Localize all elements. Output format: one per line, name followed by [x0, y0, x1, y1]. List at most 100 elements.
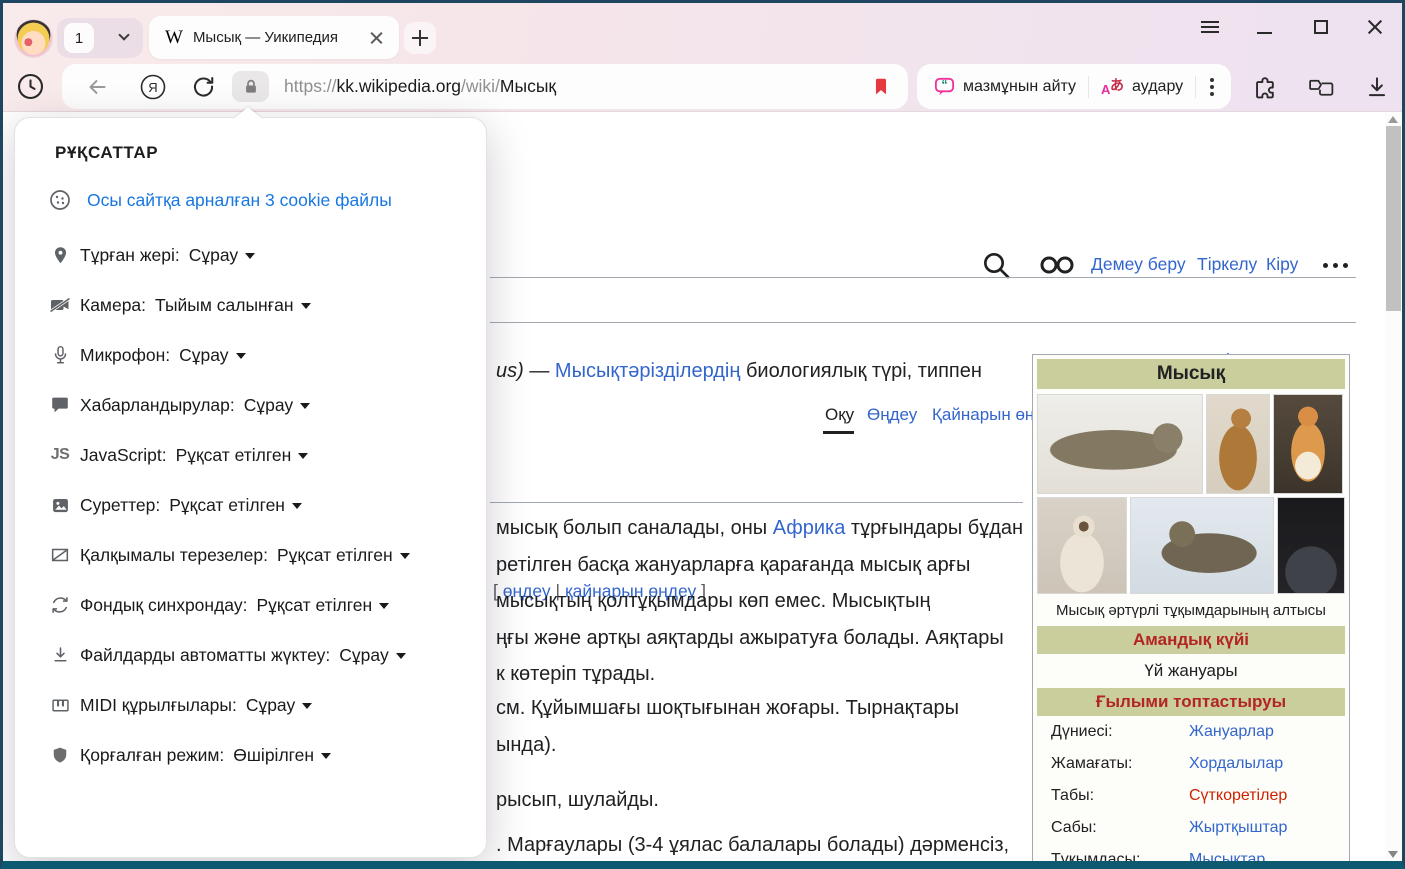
scrollbar-thumb[interactable] [1386, 126, 1401, 311]
minimize-button[interactable] [1251, 14, 1277, 40]
chevron-down-icon [118, 29, 129, 40]
more-options-icon[interactable] [1323, 263, 1353, 269]
tab-read[interactable]: Оқу [825, 405, 854, 425]
yandex-search-button[interactable]: Я [138, 64, 168, 109]
camera-off-icon [47, 293, 73, 317]
permission-value-dropdown[interactable]: Рұқсат етілген [277, 545, 410, 566]
donate-link[interactable]: Демеу беру [1091, 254, 1186, 275]
login-link[interactable]: Кіру [1266, 254, 1298, 275]
cat-photo-tabby-snow[interactable] [1130, 497, 1274, 594]
permission-label: Камера: [80, 295, 146, 316]
menu-icon [1201, 21, 1219, 33]
site-permissions-button[interactable] [232, 71, 269, 102]
dropdown-caret-icon [245, 253, 255, 259]
permission-row-background-sync: Фондық синхрондау: Рұқсат етілген [15, 580, 488, 630]
dropdown-caret-icon [302, 703, 312, 709]
tabs-divider [490, 322, 1356, 323]
reference-link[interactable]: [5] [793, 859, 807, 869]
appearance-glasses-icon[interactable] [1036, 253, 1078, 277]
permission-value-dropdown[interactable]: Рұқсат етілген [169, 495, 302, 516]
permission-value-dropdown[interactable]: Сұрау [179, 345, 245, 366]
lock-icon [242, 78, 260, 96]
shield-icon [47, 745, 73, 766]
notification-bubble-icon [47, 394, 73, 416]
history-button[interactable] [15, 71, 46, 102]
puzzle-icon [1252, 74, 1279, 101]
address-bar[interactable]: Я https://kk.wikipedia.org/wiki/Мысық [62, 64, 908, 109]
taxonomy-value-link[interactable]: Жыртқыштар [1189, 819, 1287, 837]
tab-group-button[interactable]: 1 [57, 18, 143, 58]
permission-value-dropdown[interactable]: Тыйым салынған [155, 295, 310, 316]
collage-caption: Мысық әртүрлі тұқымдарының алтысы [1037, 597, 1345, 626]
article-paragraph: рысып, шулайды. [496, 789, 659, 812]
svg-text:Я: Я [148, 80, 157, 95]
status-header: Амандық күйі [1133, 630, 1249, 649]
page-scrollbar[interactable] [1385, 113, 1402, 861]
permission-value-dropdown[interactable]: Сұрау [246, 695, 312, 716]
scroll-down-arrow-icon[interactable] [1388, 851, 1398, 858]
browser-window: Демеу беру Тіркелу Кіру 文A 273 тіл Оқу Ө… [0, 0, 1405, 869]
cat-photo-tabby-lying[interactable] [1037, 394, 1203, 494]
new-tab-button[interactable] [404, 22, 436, 54]
tab-edit[interactable]: Өңдеу [867, 405, 917, 425]
permission-value-dropdown[interactable]: Рұқсат етілген [256, 595, 389, 616]
register-link[interactable]: Тіркелу [1197, 254, 1257, 275]
divider [1195, 76, 1196, 98]
url-text[interactable]: https://kk.wikipedia.org/wiki/Мысық [284, 64, 556, 109]
permission-value-dropdown[interactable]: Сұрау [339, 645, 405, 666]
cat-photo-collage [1037, 394, 1345, 594]
bookmark-button[interactable] [870, 64, 892, 109]
cookies-link[interactable]: Осы сайтқа арналған 3 cookie файлы [87, 190, 392, 211]
extensions-button[interactable] [1250, 72, 1280, 102]
downloads-button[interactable] [1362, 72, 1392, 102]
article-paragraph: . Марғаулары (3-4 ұялас балалары болады)… [496, 834, 1009, 857]
permission-value-dropdown[interactable]: Рұқсат етілген [176, 445, 309, 466]
taxonomy-value-link[interactable]: Хордалылар [1189, 755, 1283, 773]
permission-value-dropdown[interactable]: Сұрау [189, 245, 255, 266]
permission-label: Қалқымалы терезелер: [80, 545, 268, 566]
browser-chrome: 1 W Мысық — Уикипедия [0, 0, 1405, 112]
back-arrow-icon [84, 74, 110, 100]
permission-value-dropdown[interactable]: Сұрау [244, 395, 310, 416]
yandex-icon: Я [138, 72, 168, 102]
maximize-button[interactable] [1308, 14, 1334, 40]
divider [1088, 76, 1089, 98]
permission-value-dropdown[interactable]: Өшірілген [233, 745, 331, 766]
more-actions-icon[interactable] [1210, 78, 1214, 96]
taxonomy-row: Табы:Сүткоретілер [1037, 780, 1345, 812]
collections-button[interactable] [1305, 72, 1337, 102]
article-link[interactable]: Африка [773, 517, 846, 539]
article-paragraph: см. Құйымшағы шоқтығынан жоғары. Тырнақт… [496, 697, 959, 720]
close-icon [1367, 19, 1383, 35]
tab-title: Мысық — Уикипедия [193, 29, 361, 46]
window-menu-button[interactable] [1197, 14, 1223, 40]
cat-photo-abyssinian[interactable] [1206, 394, 1270, 494]
site-permissions-panel: РҰҚСАТТАР Осы сайтқа арналған 3 cookie ф… [14, 117, 487, 858]
cookies-row: Осы сайтқа арналған 3 cookie файлы [15, 175, 488, 225]
scroll-up-arrow-icon[interactable] [1388, 116, 1398, 123]
tab-count-badge: 1 [64, 23, 94, 53]
permission-label: Фондық синхрондау: [80, 595, 247, 616]
cat-photo-gray[interactable] [1277, 497, 1345, 594]
article-paragraph: us) — Мысықтәрізділердің биологиялық түр… [496, 360, 982, 383]
back-button[interactable] [84, 64, 110, 109]
dropdown-caret-icon [300, 403, 310, 409]
wikipedia-favicon: W [165, 27, 183, 49]
article-link[interactable]: Мысықтәрізділердің [555, 360, 740, 382]
taxonomy-value-redlink[interactable]: Сүткоретілер [1189, 787, 1287, 805]
active-tab[interactable]: W Мысық — Уикипедия [149, 16, 399, 59]
refresh-button[interactable] [190, 64, 217, 109]
taxobox: Мысық Мысық әртүрлі тұқымдарының алтысы … [1032, 354, 1350, 869]
taxonomy-value-link[interactable]: Жануарлар [1189, 723, 1274, 741]
article-paragraph: ретілген басқа жануарларға қарағанда мыс… [496, 554, 970, 577]
permission-row-camera: Камера: Тыйым салынған [15, 280, 488, 330]
cat-photo-orange-white[interactable] [1273, 394, 1343, 494]
read-aloud-button[interactable]: “ мазмұнын айту [933, 75, 1076, 98]
close-tab-icon[interactable] [367, 28, 387, 48]
cat-photo-siamese[interactable] [1037, 497, 1127, 594]
profile-avatar[interactable] [15, 20, 52, 57]
translate-button[interactable]: A あ аудару [1101, 76, 1183, 98]
close-window-button[interactable] [1362, 14, 1388, 40]
taxonomy-value-link[interactable]: Мысықтар [1189, 851, 1265, 869]
dropdown-caret-icon [236, 353, 246, 359]
